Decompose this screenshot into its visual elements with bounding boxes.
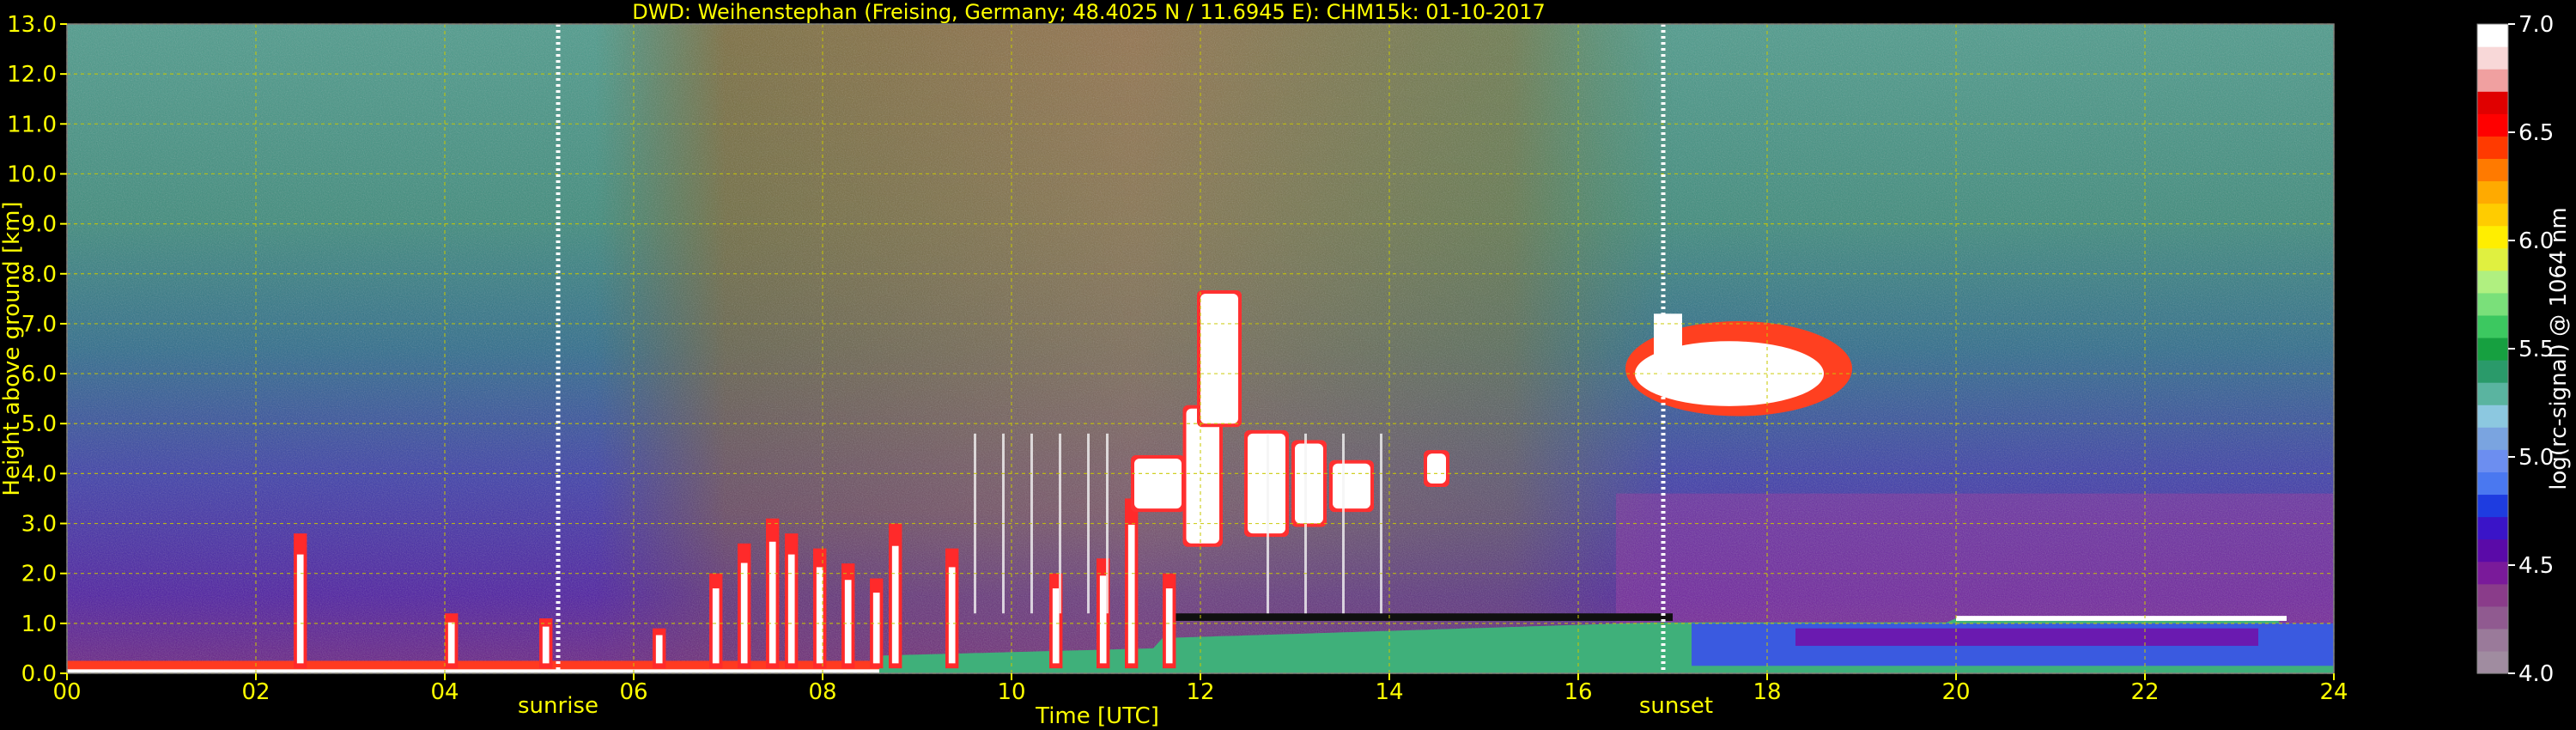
- cloud-spike-core: [948, 567, 956, 664]
- x-tick-label: 14: [1375, 679, 1403, 705]
- colorbar-segment: [2477, 292, 2508, 316]
- streak: [1342, 433, 1345, 614]
- y-tick-label: 4.0: [21, 461, 57, 487]
- colorbar-segment: [2477, 382, 2508, 405]
- colorbar: 4.04.55.05.56.06.57.0: [2476, 12, 2554, 687]
- x-tick-label: 24: [2319, 679, 2348, 705]
- sunrise-annotation: sunrise: [518, 693, 598, 719]
- colorbar-tick-label: 6.5: [2518, 120, 2554, 146]
- y-tick-label: 1.0: [21, 611, 57, 637]
- colorbar-segment: [2477, 337, 2508, 361]
- colorbar-segment: [2477, 360, 2508, 383]
- y-tick-label: 10.0: [7, 161, 57, 187]
- x-axis-ticks: 00 02 04 06 08 10 12 14 16 18 20 22 24: [52, 673, 2348, 705]
- colorbar-segment: [2477, 538, 2508, 563]
- cloud-spike-core: [712, 588, 720, 664]
- y-tick-label: 12.0: [7, 62, 57, 88]
- colorbar-segment: [2477, 69, 2508, 92]
- cloud-spike-core: [1052, 588, 1060, 664]
- y-tick-label: 8.0: [21, 262, 57, 288]
- cloud-spike-core: [740, 563, 748, 664]
- colorbar-segment: [2477, 247, 2508, 271]
- colorbar-label: log(rc-signal) @ 1064 nm: [2546, 207, 2572, 490]
- x-tick-label: 04: [430, 679, 459, 705]
- cloud-spike-core: [447, 622, 455, 664]
- colorbar-segment: [2477, 91, 2508, 114]
- colorbar-segment: [2477, 516, 2508, 540]
- cloud-spike-core: [816, 567, 823, 664]
- x-tick-label: 18: [1753, 679, 1781, 705]
- residual-layer-top: [1956, 616, 2287, 621]
- cloud-spike-core: [1127, 524, 1135, 664]
- colorbar-segment: [2477, 405, 2508, 428]
- x-tick-label: 22: [2130, 679, 2159, 705]
- colorbar-segment: [2477, 46, 2508, 70]
- colorbar-segment: [2477, 494, 2508, 518]
- colorbar-tick-label: 4.5: [2518, 553, 2554, 579]
- y-tick-label: 3.0: [21, 512, 57, 538]
- streak: [1267, 433, 1269, 614]
- y-axis-label: Height above ground [km]: [0, 201, 25, 496]
- colorbar-segment: [2477, 203, 2508, 227]
- colorbar-segment: [2477, 180, 2508, 204]
- colorbar-segment: [2477, 158, 2508, 182]
- colorbar-segment: [2477, 561, 2508, 585]
- cloud-spike-core: [769, 541, 776, 664]
- lidar-ceilometer-chart: 00 02 04 06 08 10 12 14 16 18 20 22 24 0.0 1.0 2.0 3.0 4…: [0, 0, 2572, 729]
- y-tick-label: 2.0: [21, 562, 57, 587]
- cloud-spike-core: [655, 635, 663, 664]
- colorbar-segment: [2477, 136, 2508, 160]
- cloud-core: [1333, 463, 1370, 509]
- colorbar-segment: [2477, 270, 2508, 294]
- y-tick-label: 5.0: [21, 411, 57, 437]
- x-tick-label: 06: [619, 679, 647, 705]
- cloud-spike-core: [844, 580, 852, 664]
- cloud-core: [1200, 294, 1238, 424]
- x-tick-label: 00: [52, 679, 81, 705]
- colorbar-segment: [2477, 471, 2508, 496]
- cloud-spike-core: [891, 545, 899, 664]
- colorbar-segment: [2477, 583, 2508, 607]
- colorbar-segment: [2477, 628, 2508, 652]
- chart-title: DWD: Weihenstephan (Freising, Germany; 4…: [632, 0, 1546, 24]
- y-tick-label: 6.0: [21, 362, 57, 387]
- y-tick-label: 13.0: [7, 12, 57, 38]
- colorbar-segment: [2477, 650, 2508, 674]
- layer-top-black: [1172, 613, 1673, 621]
- x-tick-label: 16: [1564, 679, 1592, 705]
- cloud-spike-core: [1165, 588, 1173, 664]
- cloud-spike-core: [296, 554, 304, 664]
- colorbar-segment: [2477, 427, 2508, 450]
- cloud-spike-core: [872, 593, 880, 664]
- y-tick-label: 9.0: [21, 212, 57, 238]
- cloud-spike-core: [787, 554, 795, 664]
- colorbar-segment: [2477, 24, 2508, 47]
- cloud-spike-core: [1099, 575, 1107, 664]
- x-axis-label: Time [UTC]: [1035, 703, 1159, 729]
- x-tick-label: 20: [1941, 679, 1970, 705]
- cloud-core: [1427, 453, 1446, 484]
- cloud-core: [1295, 443, 1323, 524]
- colorbar-tick-label: 7.0: [2518, 12, 2554, 38]
- colorbar-segment: [2477, 449, 2508, 472]
- colorbar-tick-label: 4.0: [2518, 661, 2554, 687]
- cloud-spike-core: [542, 626, 550, 664]
- residual-layer: [1795, 628, 2258, 647]
- streak: [1087, 433, 1090, 614]
- x-tick-label: 08: [808, 679, 836, 705]
- sunset-annotation: sunset: [1639, 693, 1713, 719]
- midlevel-cloud-tail: [1654, 313, 1682, 364]
- y-tick-label: 11.0: [7, 112, 57, 137]
- colorbar-segment: [2477, 605, 2508, 630]
- colorbar-segment: [2477, 113, 2508, 137]
- y-tick-label: 0.0: [21, 661, 57, 687]
- x-tick-label: 12: [1186, 679, 1214, 705]
- y-tick-label: 7.0: [21, 312, 57, 338]
- cloud-core: [1134, 458, 1182, 509]
- colorbar-segment: [2477, 225, 2508, 249]
- colorbar-segment: [2477, 314, 2508, 338]
- x-tick-label: 10: [997, 679, 1025, 705]
- x-tick-label: 02: [241, 679, 270, 705]
